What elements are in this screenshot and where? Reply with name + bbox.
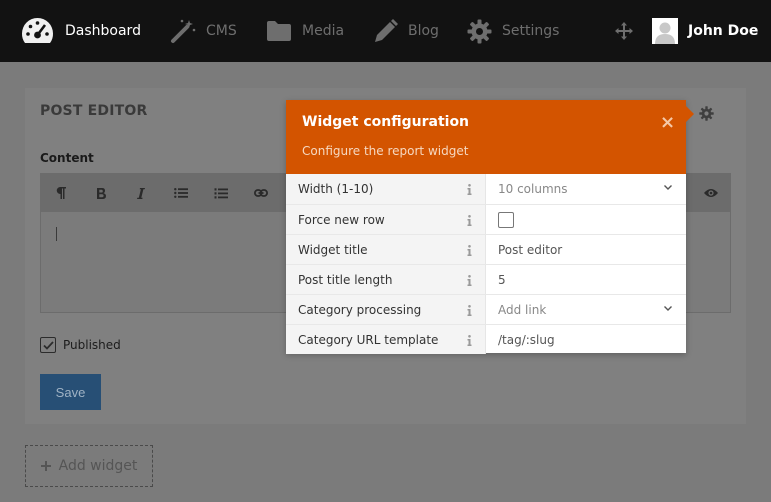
plus-icon bbox=[40, 461, 51, 471]
post-title-length-input[interactable]: 5 bbox=[486, 265, 686, 294]
field-label-width: Width (1-10) bbox=[286, 174, 486, 204]
bold-icon[interactable] bbox=[86, 174, 116, 212]
field-row-width: Width (1-10) 10 columns bbox=[286, 174, 686, 204]
field-row-post-title-length: Post title length 5 bbox=[286, 264, 686, 294]
nav-label-dashboard: Dashboard bbox=[65, 23, 141, 39]
field-label-text: Post title length bbox=[298, 272, 393, 287]
nav-item-media[interactable]: Media bbox=[266, 0, 344, 62]
field-label-category-url-template: Category URL template bbox=[286, 325, 486, 354]
field-row-force-new-row: Force new row bbox=[286, 204, 686, 234]
preview-eye-icon[interactable] bbox=[696, 174, 726, 212]
field-label-text: Category URL template bbox=[298, 332, 439, 347]
category-url-template-value: /tag/:slug bbox=[498, 332, 555, 347]
post-title-length-value: 5 bbox=[498, 272, 506, 287]
nav-label-blog: Blog bbox=[408, 23, 439, 39]
close-icon[interactable]: × bbox=[660, 112, 675, 133]
info-icon[interactable] bbox=[465, 273, 473, 287]
text-caret bbox=[56, 227, 57, 241]
category-processing-value: Add link bbox=[498, 302, 547, 317]
force-new-row-checkbox[interactable] bbox=[498, 211, 514, 228]
published-toggle[interactable]: Published bbox=[40, 337, 121, 353]
field-label-text: Widget title bbox=[298, 242, 368, 257]
paragraph-icon[interactable] bbox=[46, 174, 76, 212]
modal-subtitle: Configure the report widget bbox=[302, 144, 469, 158]
category-processing-select[interactable]: Add link bbox=[486, 295, 686, 324]
field-label-post-title-length: Post title length bbox=[286, 265, 486, 294]
widget-title-value: Post editor bbox=[498, 242, 563, 257]
top-navbar: Dashboard CMS Media Blog Settings John D… bbox=[0, 0, 771, 62]
nav-label-media: Media bbox=[302, 23, 345, 39]
info-icon[interactable] bbox=[465, 303, 473, 317]
widget-title-input[interactable]: Post editor bbox=[486, 235, 686, 264]
widget-config-modal: Widget configuration Configure the repor… bbox=[286, 100, 694, 354]
pencil-icon bbox=[373, 18, 398, 44]
field-label-force-new-row: Force new row bbox=[286, 205, 486, 234]
link-icon[interactable] bbox=[246, 174, 276, 212]
info-icon[interactable] bbox=[465, 333, 473, 347]
modal-header: Widget configuration Configure the repor… bbox=[286, 100, 694, 174]
nav-item-blog[interactable]: Blog bbox=[373, 0, 439, 62]
popover-arrow bbox=[686, 106, 694, 122]
nav-item-settings[interactable]: Settings bbox=[467, 0, 559, 62]
add-widget-button[interactable]: Add widget bbox=[25, 445, 153, 487]
bullet-list-icon[interactable] bbox=[166, 174, 196, 212]
field-label-text: Width (1-10) bbox=[298, 182, 374, 196]
numbered-list-icon[interactable] bbox=[206, 174, 236, 212]
nav-item-cms[interactable]: CMS bbox=[170, 0, 237, 62]
info-icon[interactable] bbox=[465, 182, 473, 196]
italic-icon[interactable] bbox=[126, 174, 156, 212]
magic-wand-icon bbox=[170, 18, 196, 44]
panel-title: POST EDITOR bbox=[40, 103, 148, 119]
published-label: Published bbox=[63, 338, 121, 352]
dashboard-gauge-icon bbox=[20, 16, 55, 46]
info-icon[interactable] bbox=[465, 213, 473, 227]
field-row-category-processing: Category processing Add link bbox=[286, 294, 686, 324]
user-menu[interactable]: John Doe bbox=[652, 17, 758, 45]
info-icon[interactable] bbox=[465, 243, 473, 257]
nav-item-dashboard[interactable]: Dashboard bbox=[20, 0, 141, 62]
nav-label-cms: CMS bbox=[206, 23, 237, 39]
add-widget-label: Add widget bbox=[58, 458, 138, 474]
modal-form: Width (1-10) 10 columns Force new row Wi… bbox=[286, 174, 686, 354]
save-button[interactable]: Save bbox=[40, 374, 101, 410]
folder-icon bbox=[266, 20, 292, 42]
field-label-text: Force new row bbox=[298, 212, 385, 227]
panel-settings-gear-icon[interactable] bbox=[699, 106, 714, 125]
field-label-text: Category processing bbox=[298, 302, 422, 317]
move-button[interactable] bbox=[615, 0, 633, 62]
field-label-category-processing: Category processing bbox=[286, 295, 486, 324]
field-row-widget-title: Widget title Post editor bbox=[286, 234, 686, 264]
chevron-down-icon bbox=[664, 185, 672, 190]
width-select[interactable]: 10 columns bbox=[486, 174, 686, 204]
category-url-template-input[interactable]: /tag/:slug bbox=[486, 325, 686, 354]
field-label-widget-title: Widget title bbox=[286, 235, 486, 264]
user-name: John Doe bbox=[688, 23, 759, 39]
modal-title: Widget configuration bbox=[302, 114, 470, 130]
chevron-down-icon bbox=[664, 306, 672, 311]
move-arrows-icon bbox=[615, 22, 633, 40]
content-label: Content bbox=[40, 151, 94, 165]
force-new-row-field bbox=[486, 205, 686, 234]
user-avatar-icon bbox=[652, 18, 678, 44]
field-row-category-url-template: Category URL template /tag/:slug bbox=[286, 324, 686, 354]
published-checkbox[interactable] bbox=[40, 337, 56, 353]
width-select-value: 10 columns bbox=[498, 182, 568, 196]
nav-label-settings: Settings bbox=[502, 23, 560, 39]
gear-icon bbox=[467, 19, 492, 44]
